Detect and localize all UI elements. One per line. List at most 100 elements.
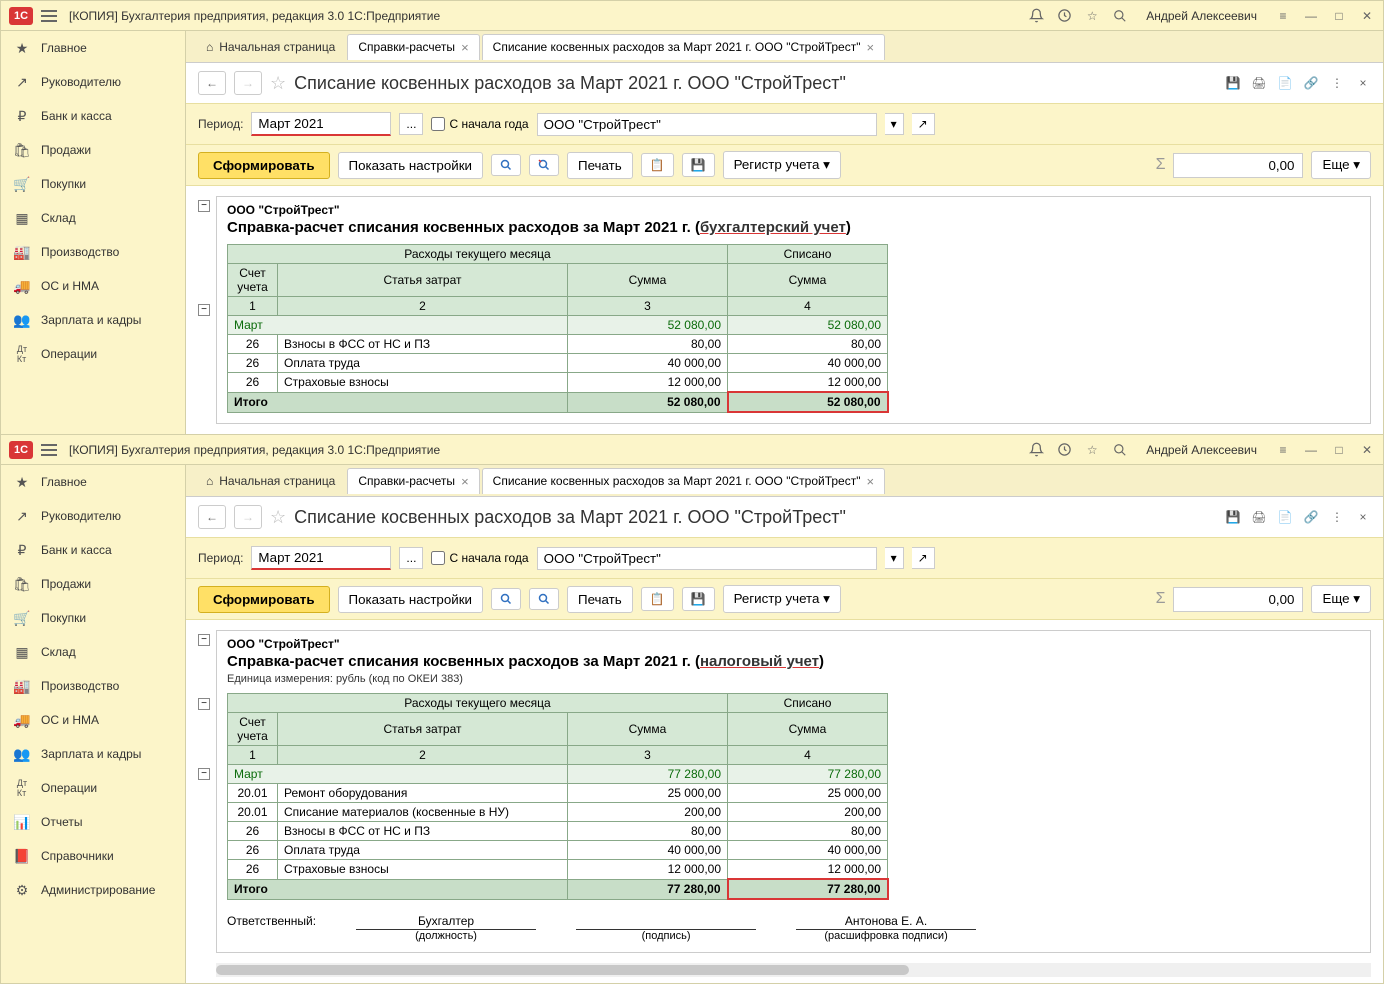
register-button[interactable]: Регистр учета ▾ <box>723 151 841 179</box>
print-button[interactable]: Печать <box>567 152 633 179</box>
user-name[interactable]: Андрей Алексеевич <box>1146 9 1257 23</box>
collapse-button[interactable]: − <box>198 200 210 212</box>
history-icon[interactable] <box>1056 442 1072 458</box>
home-tab[interactable]: ⌂Начальная страница <box>194 468 347 494</box>
save-report-button[interactable]: 💾 <box>682 587 715 611</box>
sidebar-item-warehouse[interactable]: ▦Склад <box>1 201 185 235</box>
export-icon[interactable]: 📄 <box>1277 509 1293 525</box>
minimize-icon[interactable]: — <box>1303 8 1319 24</box>
link-icon[interactable]: 🔗 <box>1303 75 1319 91</box>
period-select-button[interactable]: ... <box>399 113 423 135</box>
close-icon[interactable]: × <box>866 474 874 489</box>
close-window-icon[interactable]: ✕ <box>1359 8 1375 24</box>
sidebar-item-main[interactable]: ★Главное <box>1 31 185 65</box>
period-select-button[interactable]: ... <box>399 547 423 569</box>
sidebar-item-main[interactable]: ★Главное <box>1 465 185 499</box>
sidebar-item-reports[interactable]: 📊Отчеты <box>1 805 185 839</box>
org-open-button[interactable]: ↗ <box>912 547 935 569</box>
save-report-button[interactable]: 💾 <box>682 153 715 177</box>
period-input[interactable] <box>251 546 391 570</box>
year-start-checkbox[interactable]: С начала года <box>431 117 528 131</box>
tab-report[interactable]: Списание косвенных расходов за Март 2021… <box>482 468 885 494</box>
sum-input[interactable] <box>1173 153 1303 178</box>
sidebar-item-assets[interactable]: 🚚ОС и НМА <box>1 703 185 737</box>
org-dropdown-button[interactable]: ▾ <box>885 113 904 135</box>
sidebar-item-production[interactable]: 🏭Производство <box>1 235 185 269</box>
print-icon[interactable]: 🖨 <box>1251 75 1267 91</box>
collapse-button-3[interactable]: − <box>198 768 210 780</box>
filter-icon[interactable]: ≡ <box>1275 442 1291 458</box>
star-icon[interactable]: ☆ <box>1084 442 1100 458</box>
export-icon[interactable]: 📄 <box>1277 75 1293 91</box>
sidebar-item-payroll[interactable]: 👥Зарплата и кадры <box>1 303 185 337</box>
sidebar-item-purchases[interactable]: 🛒Покупки <box>1 167 185 201</box>
home-tab[interactable]: ⌂ Начальная страница <box>194 34 347 60</box>
search-icon[interactable] <box>1112 442 1128 458</box>
org-dropdown-button[interactable]: ▾ <box>885 547 904 569</box>
history-icon[interactable] <box>1056 8 1072 24</box>
sidebar-item-production[interactable]: 🏭Производство <box>1 669 185 703</box>
bell-icon[interactable] <box>1028 8 1044 24</box>
find-button[interactable] <box>491 588 521 610</box>
close-icon[interactable]: × <box>866 40 874 55</box>
more-icon[interactable]: ⋮ <box>1329 75 1345 91</box>
link-icon[interactable]: 🔗 <box>1303 509 1319 525</box>
sidebar-item-sales[interactable]: 🛍Продажи <box>1 567 185 601</box>
sidebar-item-payroll[interactable]: 👥Зарплата и кадры <box>1 737 185 771</box>
close-window-icon[interactable]: ✕ <box>1359 442 1375 458</box>
star-icon[interactable]: ☆ <box>1084 8 1100 24</box>
nav-forward-button[interactable]: → <box>234 71 262 95</box>
sum-input[interactable] <box>1173 587 1303 612</box>
tab-references[interactable]: Справки-расчеты × <box>347 34 479 60</box>
more-button[interactable]: Еще ▾ <box>1311 585 1371 613</box>
nav-back-button[interactable]: ← <box>198 505 226 529</box>
sidebar-item-admin[interactable]: ⚙Администрирование <box>1 873 185 907</box>
sidebar-item-purchases[interactable]: 🛒Покупки <box>1 601 185 635</box>
tab-references[interactable]: Справки-расчеты× <box>347 468 479 494</box>
sidebar-item-operations[interactable]: ДтКтОперации <box>1 337 185 371</box>
close-icon[interactable]: × <box>1355 75 1371 91</box>
favorite-icon[interactable]: ☆ <box>270 73 286 94</box>
year-start-input[interactable] <box>431 551 445 565</box>
org-select[interactable] <box>537 113 877 136</box>
doc-button[interactable]: 📋 <box>641 153 674 177</box>
year-start-input[interactable] <box>431 117 445 131</box>
save-icon[interactable]: 💾 <box>1225 509 1241 525</box>
save-icon[interactable]: 💾 <box>1225 75 1241 91</box>
period-input[interactable] <box>251 112 391 136</box>
show-settings-button[interactable]: Показать настройки <box>338 586 483 613</box>
minimize-icon[interactable]: — <box>1303 442 1319 458</box>
sidebar-item-sales[interactable]: 🛍Продажи <box>1 133 185 167</box>
find-next-button[interactable] <box>529 154 559 176</box>
close-icon[interactable]: × <box>461 474 469 489</box>
more-button[interactable]: Еще ▾ <box>1311 151 1371 179</box>
sidebar-item-catalogs[interactable]: 📕Справочники <box>1 839 185 873</box>
collapse-button[interactable]: − <box>198 634 210 646</box>
sidebar-item-manager[interactable]: ↗Руководителю <box>1 65 185 99</box>
doc-button[interactable]: 📋 <box>641 587 674 611</box>
org-open-button[interactable]: ↗ <box>912 113 935 135</box>
sidebar-item-assets[interactable]: 🚚ОС и НМА <box>1 269 185 303</box>
find-button[interactable] <box>491 154 521 176</box>
print-icon[interactable]: 🖨 <box>1251 509 1267 525</box>
find-next-button[interactable] <box>529 588 559 610</box>
nav-back-button[interactable]: ← <box>198 71 226 95</box>
more-icon[interactable]: ⋮ <box>1329 509 1345 525</box>
show-settings-button[interactable]: Показать настройки <box>338 152 483 179</box>
sidebar-item-bank[interactable]: ₽Банк и касса <box>1 99 185 133</box>
close-icon[interactable]: × <box>1355 509 1371 525</box>
register-button[interactable]: Регистр учета ▾ <box>723 585 841 613</box>
collapse-button-2[interactable]: − <box>198 304 210 316</box>
bell-icon[interactable] <box>1028 442 1044 458</box>
sidebar-item-operations[interactable]: ДтКтОперации <box>1 771 185 805</box>
filter-icon[interactable]: ≡ <box>1275 8 1291 24</box>
nav-forward-button[interactable]: → <box>234 505 262 529</box>
generate-button[interactable]: Сформировать <box>198 152 330 179</box>
sidebar-item-manager[interactable]: ↗Руководителю <box>1 499 185 533</box>
sidebar-item-bank[interactable]: ₽Банк и касса <box>1 533 185 567</box>
maximize-icon[interactable]: □ <box>1331 442 1347 458</box>
horizontal-scrollbar[interactable] <box>216 963 1371 977</box>
sidebar-item-warehouse[interactable]: ▦Склад <box>1 635 185 669</box>
menu-icon[interactable] <box>41 441 57 459</box>
search-icon[interactable] <box>1112 8 1128 24</box>
